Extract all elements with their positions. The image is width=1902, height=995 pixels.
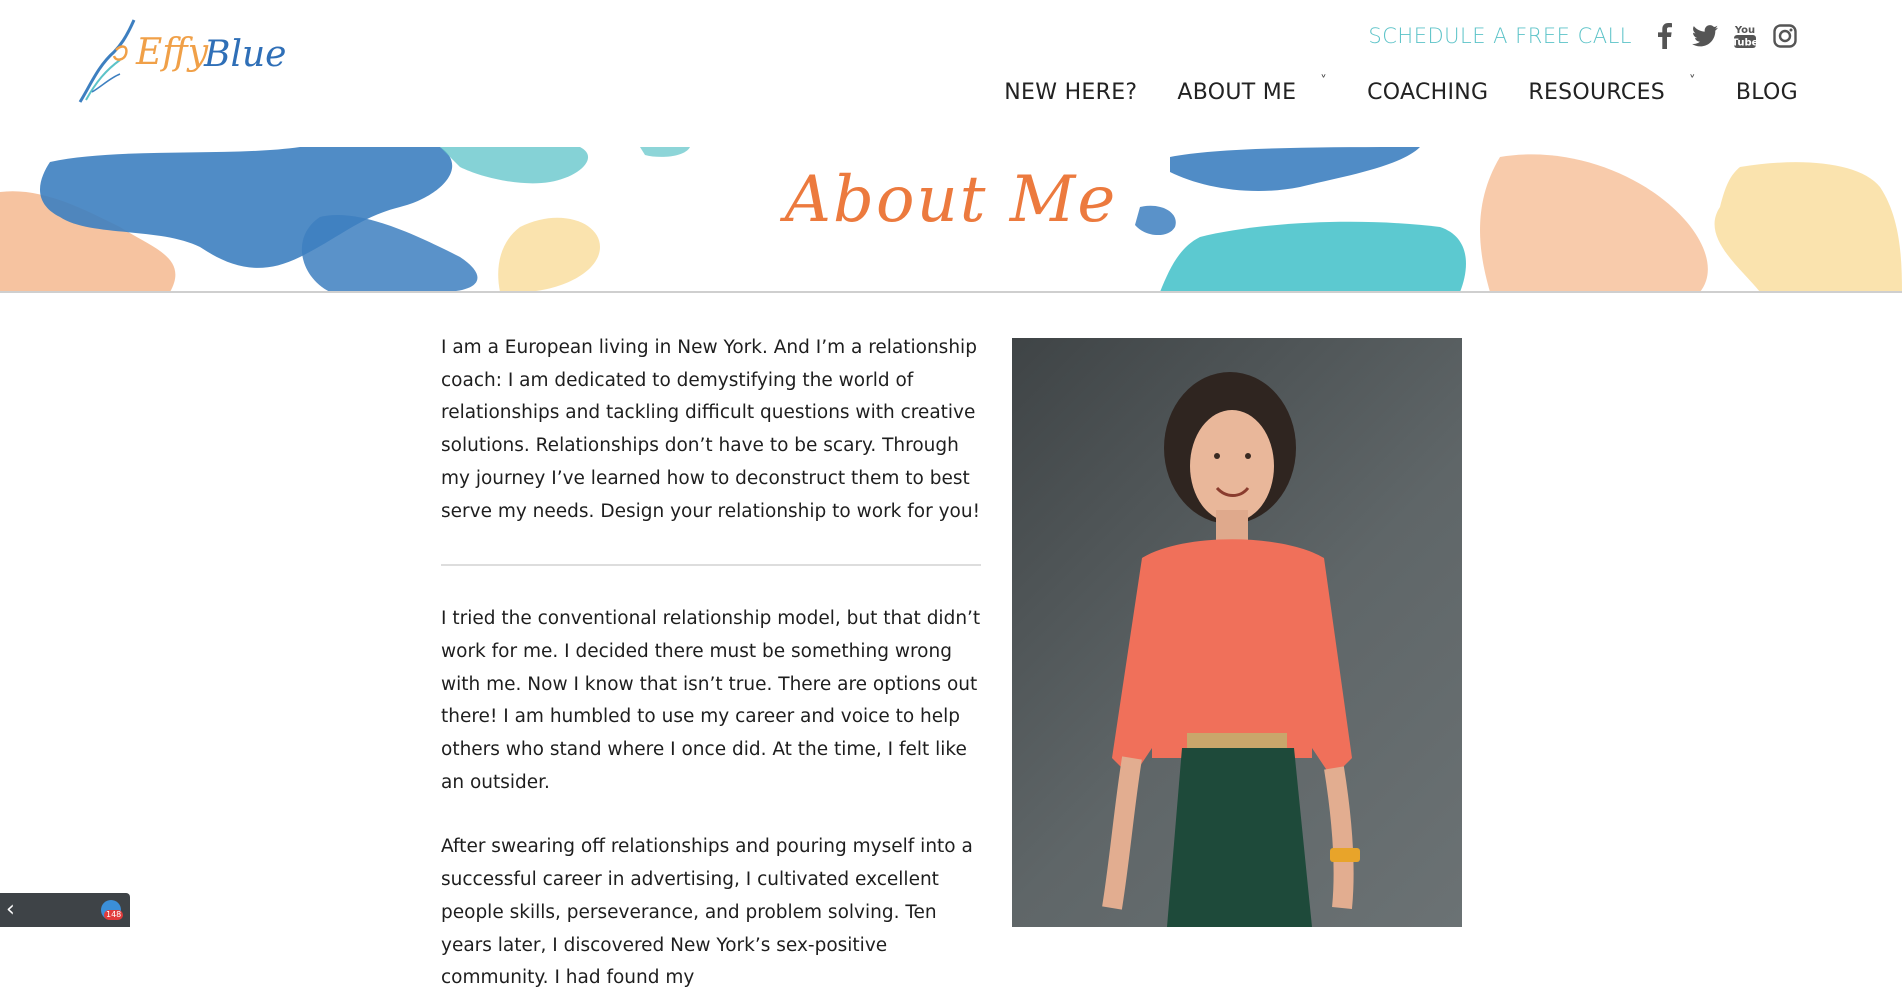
chevron-down-icon[interactable]: ˅ [1689,74,1696,89]
instagram-icon[interactable] [1772,22,1798,50]
main-nav: NEW HERE? ABOUT ME ˅ COACHING RESOURCES … [1004,74,1798,105]
chevron-down-icon[interactable]: ˅ [1320,74,1327,89]
content-divider [441,564,981,567]
portrait-photo [1012,338,1462,927]
nav-about-me[interactable]: ABOUT ME ˅ [1177,74,1327,105]
youtube-icon[interactable]: You Tube [1732,22,1758,50]
page-title: About Me [784,163,1118,237]
notification-count: 148 [104,910,124,920]
top-bar: SCHEDULE A FREE CALL You Tube [1368,18,1798,54]
career-paragraph: After swearing off relationships and pou… [441,836,973,989]
nav-resources-label: RESOURCES [1528,80,1666,105]
nav-new-here-label: NEW HERE? [1004,80,1138,105]
nav-coaching-label: COACHING [1367,80,1489,105]
svg-text:Effy: Effy [135,32,209,73]
svg-text:Tube: Tube [1733,38,1757,49]
effyblue-logo[interactable]: Effy Blue [76,16,286,108]
nav-blog[interactable]: BLOG [1736,80,1798,105]
about-content: I am a European living in New York. And … [441,332,981,995]
chat-widget[interactable]: ‹ 148 [0,893,130,927]
twitter-icon[interactable] [1692,22,1718,50]
story-paragraph: I tried the conventional relationship mo… [441,608,981,793]
nav-new-here[interactable]: NEW HERE? [1004,80,1137,105]
nav-blog-label: BLOG [1735,80,1798,105]
intro-paragraph: I am a European living in New York. And … [441,337,981,522]
banner-divider [0,291,1902,293]
portrait-illustration [1102,372,1360,927]
chevron-left-icon[interactable]: ‹ [6,897,15,922]
svg-text:You: You [1734,25,1755,36]
nav-coaching[interactable]: COACHING [1367,80,1488,105]
svg-text:Blue: Blue [203,34,286,75]
facebook-icon[interactable] [1652,22,1678,50]
schedule-call-link[interactable]: SCHEDULE A FREE CALL [1368,24,1632,48]
nav-about-me-label: ABOUT ME [1177,80,1297,105]
nav-resources[interactable]: RESOURCES ˅ [1528,74,1696,105]
